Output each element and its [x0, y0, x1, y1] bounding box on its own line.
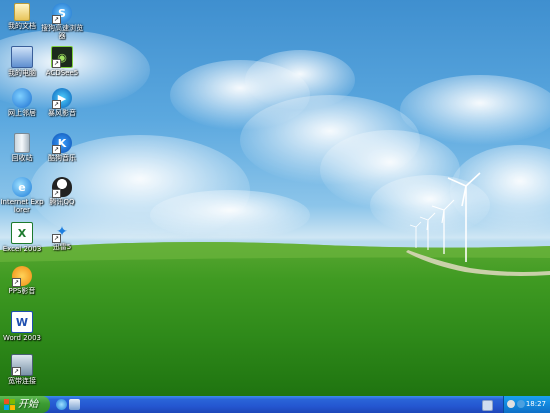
security-icon[interactable]	[517, 400, 525, 408]
sogou-browser-icon: S ↗	[52, 3, 72, 24]
desktop-icon-acdsee[interactable]: ◉ ↗ ACDSee5	[40, 46, 84, 77]
qq-icon: ↗	[52, 177, 72, 198]
desktop-icon-qq[interactable]: ↗ 腾讯QQ	[40, 177, 84, 206]
network-status-icon[interactable]	[507, 400, 515, 408]
thunder-icon: ✦ ↗	[52, 224, 68, 243]
desktop-icon-thunder[interactable]: ✦ ↗ 迅雷5	[40, 222, 84, 251]
desktop-icon-recycle-bin[interactable]: 回收站	[0, 133, 44, 162]
start-label: 开始	[18, 399, 38, 410]
storm-player-icon: ▶ ↗	[52, 88, 72, 109]
ie-quicklaunch-icon[interactable]	[56, 399, 67, 410]
desktop-icon-internet-explorer[interactable]: e Internet Explorer	[0, 177, 44, 214]
desktop-icon-sogou-browser[interactable]: S ↗ 搜狗高速浏览器	[40, 3, 84, 40]
word-icon: W	[11, 311, 33, 333]
my-documents-icon	[14, 3, 30, 21]
desktop-icon-word[interactable]: W Word 2003	[0, 311, 44, 342]
desktop: 我的文档 我的电脑 网上邻居 回收站 e Internet Explorer X…	[0, 0, 550, 396]
desktop-icon-broadband-connection[interactable]: ↗ 宽带连接	[0, 354, 44, 385]
system-tray: 18:27	[503, 396, 550, 413]
clock[interactable]: 18:27	[526, 396, 546, 413]
show-desktop-icon[interactable]	[69, 399, 80, 410]
desktop-icon-kugou-music[interactable]: K ↗ 酷狗音乐	[40, 133, 84, 162]
start-button[interactable]: 开始	[0, 396, 50, 413]
my-computer-icon	[11, 46, 33, 68]
taskbar: 开始 18:27	[0, 396, 550, 413]
excel-icon: X	[11, 222, 33, 244]
desktop-icon-storm-player[interactable]: ▶ ↗ 暴风影音	[40, 88, 84, 117]
desktop-icon-network-places[interactable]: 网上邻居	[0, 88, 44, 117]
desktop-icon-pps-player[interactable]: ↗ PPS影音	[0, 266, 44, 295]
acdsee-icon: ◉ ↗	[51, 46, 73, 68]
desktop-icon-my-computer[interactable]: 我的电脑	[0, 46, 44, 77]
broadband-connection-icon: ↗	[11, 354, 33, 376]
network-places-icon	[12, 88, 32, 108]
internet-explorer-icon: e	[12, 177, 32, 197]
pps-player-icon: ↗	[12, 266, 32, 287]
desktop-icon-my-documents[interactable]: 我的文档	[0, 3, 44, 30]
tray-toggle-icon[interactable]	[482, 400, 493, 411]
windows-logo-icon	[4, 399, 15, 410]
kugou-music-icon: K ↗	[52, 133, 72, 154]
recycle-bin-icon	[14, 133, 30, 153]
desktop-icon-excel[interactable]: X Excel 2003	[0, 222, 44, 253]
